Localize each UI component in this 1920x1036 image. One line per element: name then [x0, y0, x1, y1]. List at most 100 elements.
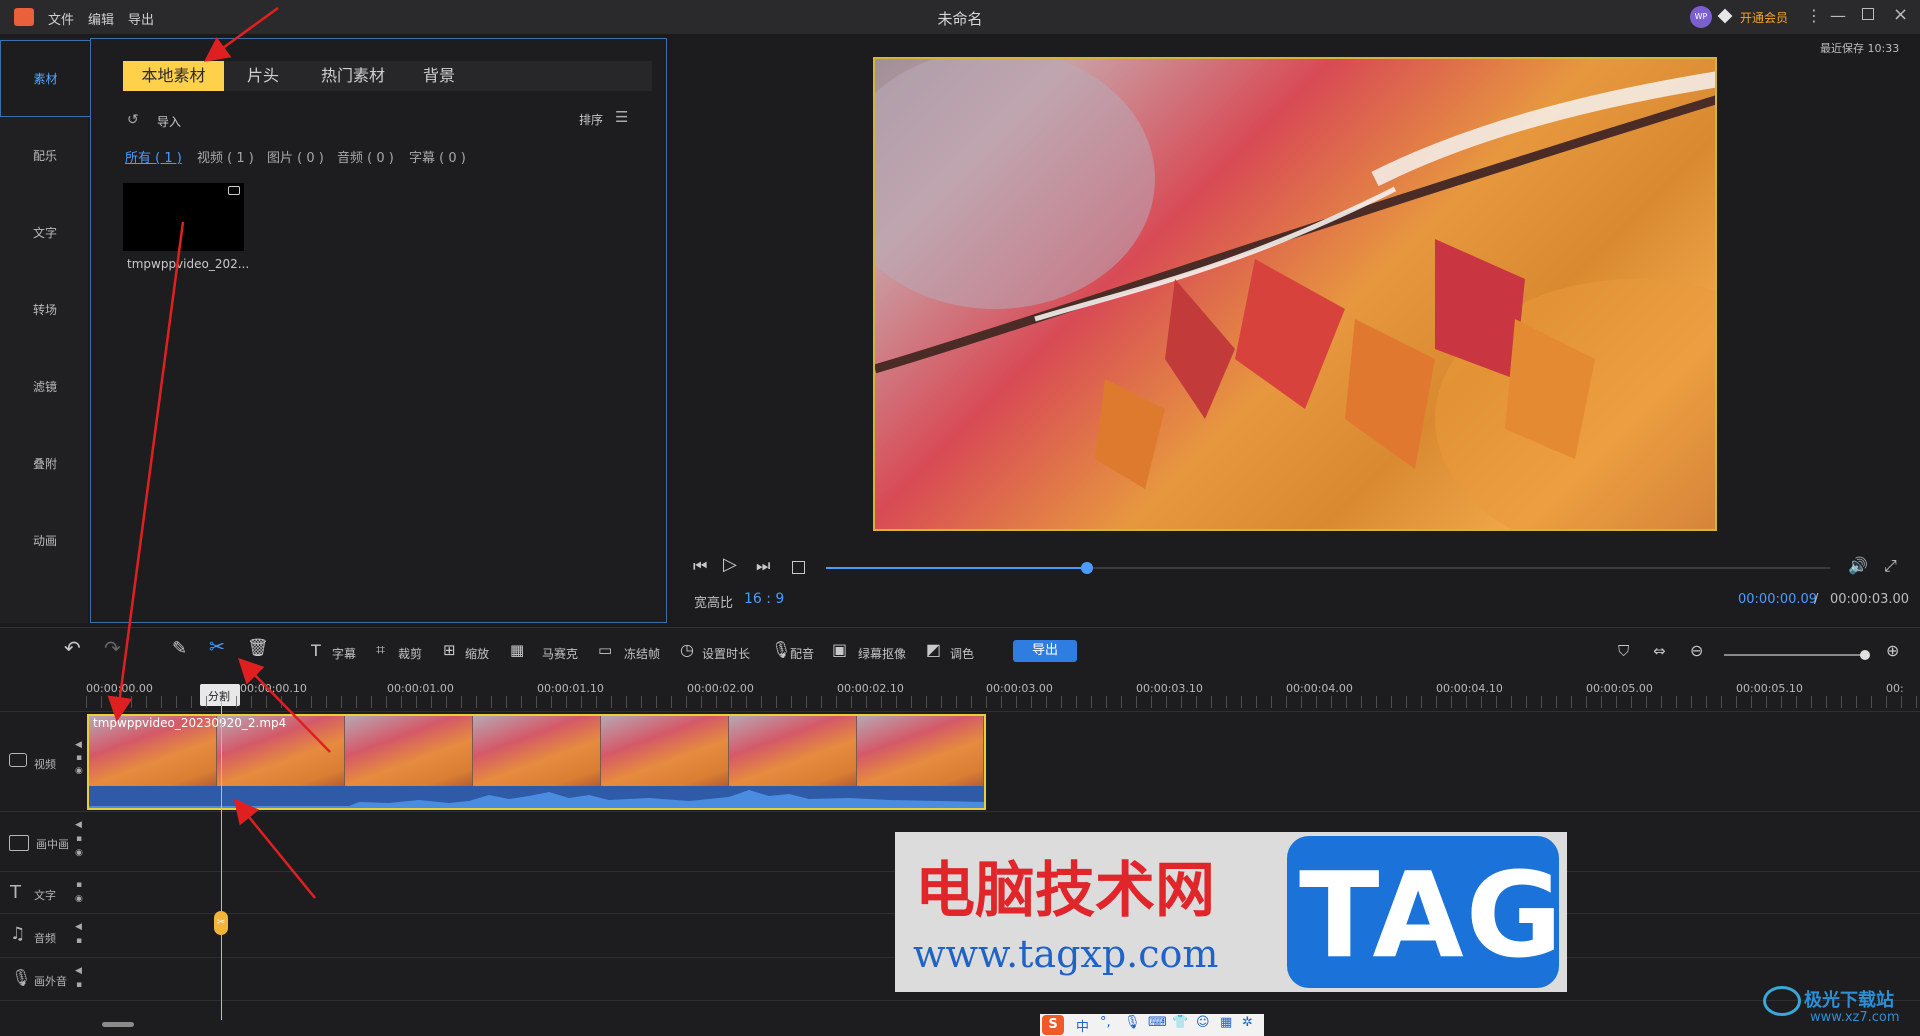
- filter-image[interactable]: 图片 ( 0 ): [267, 147, 324, 166]
- media-library-panel: 本地素材 片头 热门素材 背景 ↺ 导入 排序 ☰ 所有 ( 1 ) 视频 ( …: [90, 38, 667, 623]
- playhead-scissor-handle[interactable]: ✂: [214, 911, 228, 935]
- zoom-slider[interactable]: [1724, 650, 1870, 660]
- zoom-in-icon[interactable]: ⊕: [1886, 641, 1899, 660]
- filter-subtitle[interactable]: 字幕 ( 0 ): [409, 147, 466, 166]
- vip-button[interactable]: 开通会员: [1740, 9, 1788, 26]
- filter-video[interactable]: 视频 ( 1 ): [197, 147, 254, 166]
- green-screen-tool[interactable]: 绿幕抠像: [858, 643, 906, 665]
- aspect-label: 宽高比: [694, 596, 734, 611]
- track-divider: [0, 711, 1920, 712]
- undo-icon[interactable]: ↶: [64, 636, 81, 660]
- next-frame-icon[interactable]: ⏭: [756, 556, 770, 576]
- close-icon[interactable]: ×: [1893, 4, 1908, 25]
- text-track-icon: T: [10, 882, 21, 903]
- mute-icon[interactable]: ◀: [75, 922, 82, 932]
- marker-icon[interactable]: ⛉: [1618, 642, 1629, 660]
- split-scissors-icon[interactable]: ✂: [209, 636, 225, 658]
- ime-emoji-icon[interactable]: ☺: [1196, 1015, 1210, 1030]
- sidebar-item-text[interactable]: 文字: [0, 195, 90, 272]
- timeline-scrollbar[interactable]: [102, 1022, 134, 1027]
- ime-skin-icon[interactable]: 👕: [1172, 1015, 1188, 1030]
- zoom-out-icon[interactable]: ⊖: [1690, 641, 1703, 660]
- filter-all[interactable]: 所有 ( 1 ): [125, 147, 182, 166]
- user-avatar[interactable]: WP: [1690, 6, 1712, 28]
- lock-icon[interactable]: ▪: [76, 880, 82, 890]
- mute-icon[interactable]: ◀: [75, 740, 82, 750]
- site-watermark: 电脑技术网 www.tagxp.com TAG: [895, 832, 1567, 992]
- zoom-slider-knob[interactable]: [1860, 650, 1870, 660]
- playback-track[interactable]: [826, 562, 1830, 574]
- freeze-frame-tool[interactable]: 冻结帧: [624, 643, 660, 665]
- filter-audio[interactable]: 音频 ( 0 ): [337, 147, 394, 166]
- mute-icon[interactable]: ◀: [75, 966, 82, 976]
- window-title: 未命名: [937, 10, 983, 28]
- sidebar-item-overlay[interactable]: 叠附: [0, 426, 90, 503]
- video-track-icon: [9, 753, 27, 767]
- ime-punct-icon[interactable]: °,: [1100, 1015, 1111, 1030]
- more-icon[interactable]: ⋮: [1806, 6, 1822, 25]
- sidebar-item-animation[interactable]: 动画: [0, 503, 90, 580]
- redo-icon[interactable]: ↷: [104, 636, 121, 660]
- eye-icon[interactable]: ◉: [75, 766, 83, 776]
- green-screen-icon: ▣: [832, 640, 848, 659]
- lock-icon[interactable]: ▪: [76, 753, 82, 763]
- clip-thumbnail: [729, 716, 857, 786]
- sort-button[interactable]: 排序: [579, 111, 603, 128]
- voiceover-mic-icon: 🎙: [11, 968, 32, 987]
- import-button[interactable]: 导入: [157, 113, 181, 130]
- crop-tool[interactable]: 裁剪: [398, 643, 422, 665]
- volume-icon[interactable]: 🔊: [1848, 556, 1868, 575]
- tab-intro[interactable]: 片头: [233, 61, 293, 91]
- subtitle-tool[interactable]: 字幕: [332, 643, 356, 665]
- sidebar-item-transition[interactable]: 转场: [0, 272, 90, 349]
- duration-tool-icon: ◷: [680, 640, 694, 659]
- fullscreen-icon[interactable]: ⤢: [1884, 556, 1897, 576]
- lock-icon[interactable]: ▪: [76, 980, 82, 990]
- playback-knob[interactable]: [1081, 562, 1094, 574]
- time-ruler[interactable]: [86, 696, 1920, 708]
- clip-thumbnail: [345, 716, 473, 786]
- tab-hot-material[interactable]: 热门素材: [303, 61, 403, 91]
- lock-icon[interactable]: ▪: [76, 936, 82, 946]
- sidebar-item-material[interactable]: 素材: [0, 40, 90, 117]
- ime-logo-icon[interactable]: S: [1042, 1015, 1064, 1035]
- playhead[interactable]: [221, 700, 222, 1020]
- color-adjust-tool[interactable]: 调色: [950, 643, 974, 665]
- mosaic-tool[interactable]: 马赛克: [542, 643, 578, 665]
- export-button[interactable]: 导出: [1013, 640, 1077, 662]
- sidebar-item-music[interactable]: 配乐: [0, 118, 90, 195]
- title-bar: 文件 编辑 导出 未命名 WP 开通会员 ⋮ — ×: [0, 0, 1920, 34]
- prev-frame-icon[interactable]: ⏮: [693, 556, 707, 576]
- lock-icon[interactable]: ▪: [76, 834, 82, 844]
- media-thumbnail[interactable]: [123, 183, 244, 251]
- set-duration-tool[interactable]: 设置时长: [702, 643, 750, 665]
- ime-lang[interactable]: 中: [1076, 1016, 1089, 1035]
- restore-icon[interactable]: [1862, 8, 1874, 20]
- aspect-value[interactable]: 16 : 9: [744, 591, 784, 607]
- ime-keyboard-icon[interactable]: ⌨: [1148, 1015, 1167, 1030]
- play-icon[interactable]: ▷: [723, 554, 737, 575]
- stop-icon[interactable]: [792, 561, 805, 574]
- eye-icon[interactable]: ◉: [75, 894, 83, 904]
- dub-tool[interactable]: 配音: [790, 643, 814, 665]
- edit-pencil-icon[interactable]: ✎: [172, 638, 187, 659]
- import-icon[interactable]: ↺: [127, 112, 139, 128]
- dub-mic-icon: 🎙: [771, 640, 792, 659]
- ime-apps-icon[interactable]: ▦: [1220, 1015, 1232, 1030]
- tab-background[interactable]: 背景: [409, 61, 469, 91]
- tab-local-material[interactable]: 本地素材: [123, 61, 224, 91]
- track-label-pip: 画中画: [36, 838, 69, 851]
- video-preview-frame[interactable]: [873, 57, 1717, 531]
- minimize-icon[interactable]: —: [1830, 6, 1846, 25]
- delete-trash-icon[interactable]: 🗑: [247, 638, 269, 658]
- mute-icon[interactable]: ◀: [75, 820, 82, 830]
- sidebar-item-filter[interactable]: 滤镜: [0, 349, 90, 426]
- ime-settings-icon[interactable]: ✲: [1242, 1015, 1253, 1030]
- ruler-label: 00:00:02.00: [687, 682, 754, 695]
- zoom-tool[interactable]: 缩放: [465, 643, 489, 665]
- eye-icon[interactable]: ◉: [75, 848, 83, 858]
- sort-list-icon[interactable]: ☰: [615, 108, 628, 126]
- fit-width-icon[interactable]: ⇔: [1653, 642, 1666, 660]
- ime-voice-icon[interactable]: 🎙: [1124, 1015, 1141, 1030]
- watermark-tag-logo: TAG: [1287, 836, 1563, 988]
